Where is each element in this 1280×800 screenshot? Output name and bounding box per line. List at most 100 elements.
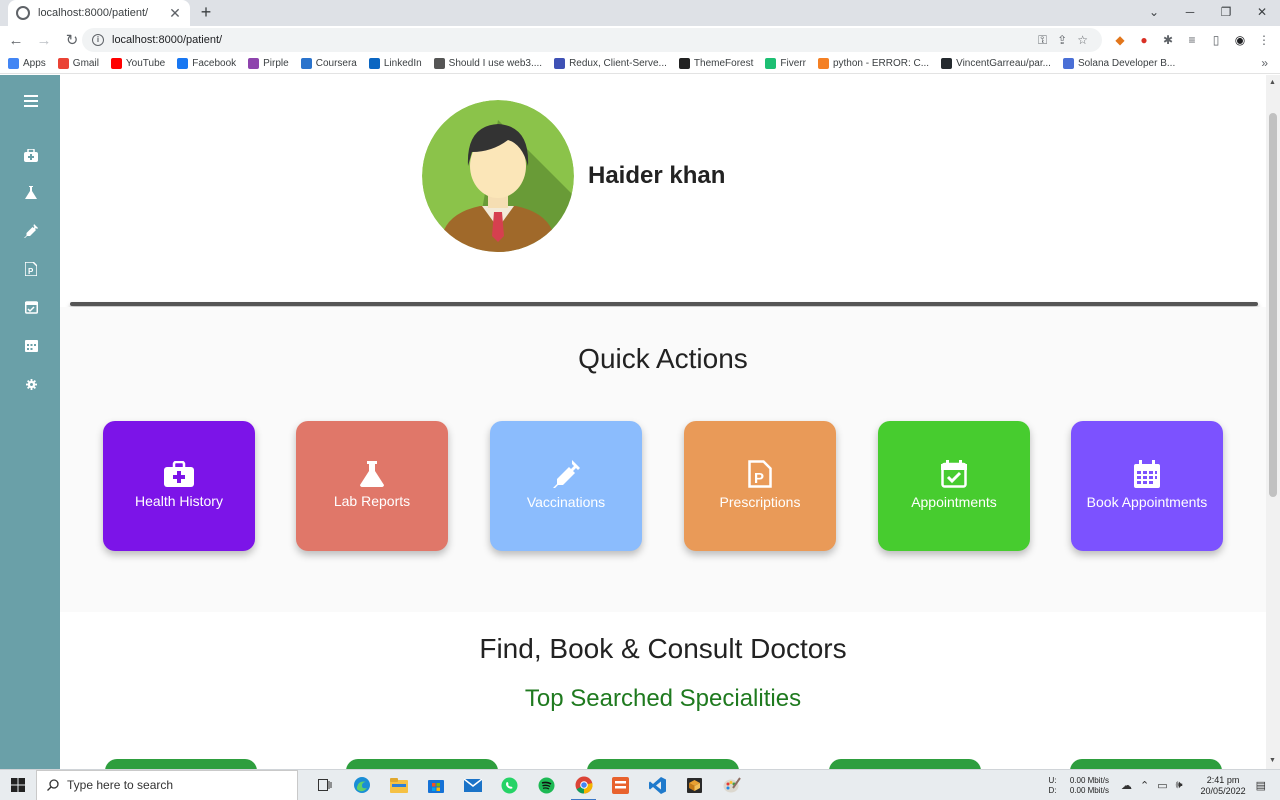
vaccinations-card[interactable]: Vaccinations xyxy=(490,421,642,551)
menu-icon[interactable] xyxy=(22,92,40,110)
sidebar-health-history-icon[interactable] xyxy=(22,146,40,164)
bookmark-item[interactable]: ThemeForest xyxy=(678,58,754,69)
edge-icon[interactable] xyxy=(343,770,380,800)
bookmark-item[interactable]: VincentGarreau/par... xyxy=(941,58,1051,69)
extension-red-icon[interactable]: ● xyxy=(1136,32,1152,48)
chrome-icon[interactable] xyxy=(565,770,602,800)
browser-tab[interactable]: localhost:8000/patient/ ✕ xyxy=(8,0,190,26)
bookmark-label: ThemeForest xyxy=(693,58,754,69)
clock[interactable]: 2:41 pm 20/05/2022 xyxy=(1201,775,1246,797)
bookmark-item[interactable]: Solana Developer B... xyxy=(1062,58,1176,69)
windows-start-icon[interactable] xyxy=(0,770,36,800)
volume-icon[interactable]: 🕪 xyxy=(1176,779,1183,792)
star-icon[interactable]: ☆ xyxy=(1077,33,1088,47)
store-icon[interactable] xyxy=(417,770,454,800)
file-explorer-icon[interactable] xyxy=(380,770,417,800)
bookmark-label: Solana Developer B... xyxy=(1077,58,1176,69)
url-text[interactable]: localhost:8000/patient/ xyxy=(112,34,222,46)
reload-icon[interactable]: ↻ xyxy=(60,28,84,52)
bookmark-item[interactable]: YouTube xyxy=(110,58,165,69)
puzzle-icon[interactable]: ✱ xyxy=(1160,32,1176,48)
speciality-card[interactable] xyxy=(587,759,739,769)
spotify-icon[interactable] xyxy=(528,770,565,800)
weather-icon[interactable]: ☁ xyxy=(1121,779,1132,792)
speciality-card[interactable] xyxy=(105,759,257,769)
bookmark-item[interactable]: LinkedIn xyxy=(368,58,422,69)
bookmark-icon xyxy=(678,58,690,69)
svg-text:P: P xyxy=(754,470,764,487)
notifications-icon[interactable]: ▤ xyxy=(1256,779,1266,792)
avatar xyxy=(422,100,574,252)
search-placeholder: Type here to search xyxy=(67,778,174,792)
bookmark-item[interactable]: Gmail xyxy=(57,58,99,69)
reading-list-icon[interactable]: ≡ xyxy=(1184,32,1200,48)
sidebar-appointments-icon[interactable] xyxy=(22,298,40,316)
sublime-icon[interactable] xyxy=(602,770,639,800)
bookmark-item[interactable]: Should I use web3.... xyxy=(433,58,542,69)
metamask-icon[interactable]: ◆ xyxy=(1112,32,1128,48)
scroll-thumb[interactable] xyxy=(1269,113,1277,497)
sidebar-vaccinations-icon[interactable] xyxy=(22,222,40,240)
new-tab-button[interactable]: + xyxy=(196,2,216,22)
specialities-subtitle: Top Searched Specialities xyxy=(524,685,802,712)
profile-icon[interactable]: ◉ xyxy=(1232,32,1248,48)
virtualbox-icon[interactable] xyxy=(676,770,713,800)
scroll-down-icon[interactable]: ▼ xyxy=(1269,757,1276,764)
bookmark-item[interactable]: python - ERROR: C... xyxy=(817,58,929,69)
find-doctors-title: Find, Book & Consult Doctors xyxy=(479,633,847,664)
card-label: Appointments xyxy=(911,494,997,510)
health-history-card[interactable]: Health History xyxy=(103,421,255,551)
bookmark-item[interactable]: Pirple xyxy=(248,58,289,69)
speciality-card[interactable] xyxy=(829,759,981,769)
bookmark-item[interactable]: Apps xyxy=(8,58,46,69)
minimize-icon[interactable]: ─ xyxy=(1172,0,1208,24)
sidebar-gear-icon[interactable] xyxy=(22,375,40,393)
forward-icon[interactable]: → xyxy=(32,28,56,52)
syringe-icon xyxy=(553,460,580,488)
whatsapp-icon[interactable] xyxy=(491,770,528,800)
prescriptions-card[interactable]: P Prescriptions xyxy=(684,421,836,551)
info-icon[interactable]: i xyxy=(92,34,104,46)
tab-search-icon[interactable]: ⌄ xyxy=(1136,0,1172,24)
vscode-icon[interactable] xyxy=(639,770,676,800)
bookmark-item[interactable]: Facebook xyxy=(177,58,236,69)
bookmark-item[interactable]: Coursera xyxy=(300,58,357,69)
lab-reports-card[interactable]: Lab Reports xyxy=(296,421,448,551)
bookmarks-overflow-icon[interactable]: » xyxy=(1261,56,1268,70)
share-icon[interactable]: ⇪ xyxy=(1057,33,1067,47)
key-icon[interactable]: ⚿ xyxy=(1038,33,1047,48)
chevron-up-icon[interactable]: ⌃ xyxy=(1140,779,1149,792)
address-bar[interactable]: i localhost:8000/patient/ ⚿ ⇪ ☆ xyxy=(82,28,1102,52)
side-panel-icon[interactable]: ▯ xyxy=(1208,32,1224,48)
bookmark-item[interactable]: Redux, Client-Serve... xyxy=(554,58,667,69)
book-appointments-card[interactable]: Book Appointments xyxy=(1071,421,1223,551)
tab-title: localhost:8000/patient/ xyxy=(38,7,149,19)
close-tab-icon[interactable]: ✕ xyxy=(168,5,182,22)
task-view-icon[interactable] xyxy=(306,770,343,800)
bookmark-label: Facebook xyxy=(192,58,237,69)
quick-actions-section: Quick Actions Health History Lab Reports… xyxy=(60,307,1266,612)
sidebar-prescriptions-icon[interactable]: P xyxy=(22,260,40,278)
close-window-icon[interactable]: ✕ xyxy=(1244,0,1280,24)
appointments-card[interactable]: Appointments xyxy=(878,421,1030,551)
scroll-up-icon[interactable]: ▲ xyxy=(1269,79,1276,86)
sidebar-book-appointments-icon[interactable] xyxy=(22,336,40,354)
bookmark-label: LinkedIn xyxy=(383,58,422,69)
net-up-label: U: xyxy=(1048,775,1057,785)
taskbar-search[interactable]: Type here to search xyxy=(36,769,298,800)
page-scrollbar[interactable]: ▲ ▼ xyxy=(1266,75,1280,769)
page-viewport: P Haider khan Quick Actions Health Histo… xyxy=(0,75,1280,769)
bookmark-item[interactable]: Fiverr xyxy=(765,58,806,69)
speciality-card[interactable] xyxy=(1070,759,1222,769)
speciality-card[interactable] xyxy=(346,759,498,769)
restore-icon[interactable]: ❐ xyxy=(1208,0,1244,24)
prescription-icon: P xyxy=(748,460,772,488)
back-icon[interactable]: ← xyxy=(4,28,28,52)
paint-icon[interactable] xyxy=(713,770,750,800)
network-icon[interactable]: ▭ xyxy=(1157,779,1167,792)
net-down-label: D: xyxy=(1048,785,1057,795)
bookmark-label: Coursera xyxy=(315,58,357,69)
sidebar-lab-reports-icon[interactable] xyxy=(22,184,40,202)
more-menu-icon[interactable]: ⋮ xyxy=(1256,32,1272,48)
mail-icon[interactable] xyxy=(454,770,491,800)
